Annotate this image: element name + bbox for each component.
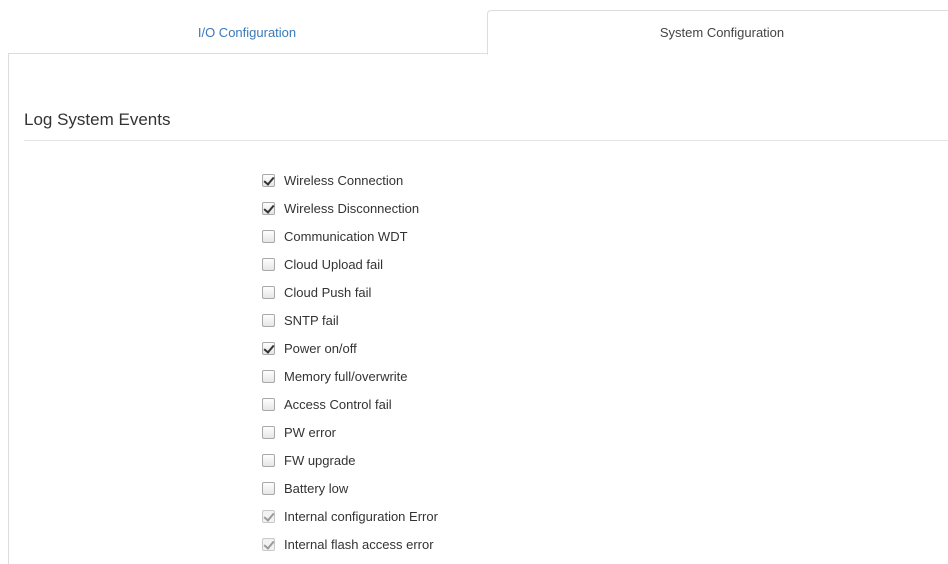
event-checkbox-list: Wireless Connection Wireless Disconnectio… (262, 166, 438, 558)
tab-panel (8, 54, 948, 564)
event-checkbox[interactable] (262, 481, 275, 495)
event-checkbox[interactable] (262, 397, 275, 411)
event-checkbox (262, 509, 275, 523)
event-checkbox[interactable] (262, 453, 275, 467)
event-option[interactable]: Wireless Connection (262, 166, 438, 194)
event-option[interactable]: PW error (262, 418, 438, 446)
event-label: Internal flash access error (284, 536, 434, 552)
event-option[interactable]: SNTP fail (262, 306, 438, 334)
event-label: Memory full/overwrite (284, 368, 408, 384)
event-label: Internal configuration Error (284, 508, 438, 524)
tab-system-configuration[interactable]: System Configuration (487, 10, 948, 55)
event-checkbox[interactable] (262, 313, 275, 327)
event-option[interactable]: Access Control fail (262, 390, 438, 418)
event-label: Cloud Push fail (284, 284, 372, 300)
event-checkbox[interactable] (262, 425, 275, 439)
section-title: Log System Events (24, 110, 171, 129)
event-option[interactable]: FW upgrade (262, 446, 438, 474)
event-label: SNTP fail (284, 312, 339, 328)
event-label: Communication WDT (284, 228, 408, 244)
event-option[interactable]: Cloud Upload fail (262, 250, 438, 278)
event-label: Battery low (284, 480, 349, 496)
event-label: Wireless Connection (284, 172, 404, 188)
event-checkbox[interactable] (262, 173, 275, 187)
event-label: Power on/off (284, 340, 357, 356)
event-label: FW upgrade (284, 452, 356, 468)
config-tabs: I/O Configuration System Configuration (8, 10, 948, 55)
event-label: Access Control fail (284, 396, 392, 412)
event-label: Cloud Upload fail (284, 256, 384, 272)
event-checkbox[interactable] (262, 369, 275, 383)
event-checkbox[interactable] (262, 201, 275, 215)
event-label: PW error (284, 424, 336, 440)
event-option[interactable]: Memory full/overwrite (262, 362, 438, 390)
event-option: Internal flash access error (262, 530, 438, 558)
event-option[interactable]: Cloud Push fail (262, 278, 438, 306)
event-checkbox[interactable] (262, 257, 275, 271)
event-option[interactable]: Battery low (262, 474, 438, 502)
event-checkbox[interactable] (262, 341, 275, 355)
event-option: Internal configuration Error (262, 502, 438, 530)
event-option[interactable]: Wireless Disconnection (262, 194, 438, 222)
event-option[interactable]: Power on/off (262, 334, 438, 362)
event-checkbox[interactable] (262, 229, 275, 243)
tab-io-configuration[interactable]: I/O Configuration (8, 10, 486, 54)
event-option[interactable]: Communication WDT (262, 222, 438, 250)
event-checkbox[interactable] (262, 285, 275, 299)
event-checkbox (262, 537, 275, 551)
event-label: Wireless Disconnection (284, 200, 420, 216)
section-divider (24, 140, 948, 141)
